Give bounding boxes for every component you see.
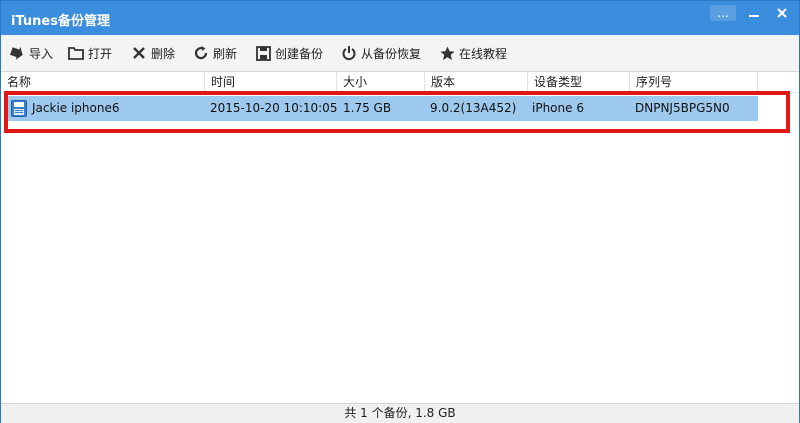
open-label: 打开 — [88, 46, 113, 61]
open-button[interactable]: 打开 — [68, 43, 112, 63]
tutorial-button[interactable]: 在线教程 — [439, 43, 507, 63]
column-header-time[interactable]: 时间 — [205, 72, 337, 92]
toolbar: 导入 打开 删除 刷新 创建备份 从备份恢复 在线教程 — [1, 35, 799, 72]
create-backup-label: 创建备份 — [275, 46, 324, 61]
column-header-device-type[interactable]: 设备类型 — [528, 72, 630, 92]
star-icon — [439, 45, 455, 61]
import-button[interactable]: 导入 — [9, 43, 53, 63]
row-serial: DNPNJ5BPG5N0 — [635, 101, 730, 115]
window-title: iTunes备份管理 — [11, 14, 110, 29]
title-bar: iTunes备份管理 ... — [1, 1, 799, 35]
row-device-type: iPhone 6 — [532, 101, 584, 115]
minimize-button[interactable] — [743, 5, 765, 21]
row-size: 1.75 GB — [343, 101, 392, 115]
help-button-label: ... — [717, 6, 729, 20]
row-name: Jackie iphone6 — [32, 101, 120, 115]
tutorial-label: 在线教程 — [459, 46, 508, 61]
create-backup-button[interactable]: 创建备份 — [255, 43, 323, 63]
import-label: 导入 — [29, 46, 54, 61]
delete-icon — [131, 45, 147, 61]
backup-summary: 共 1 个备份, 1.8 GB — [344, 406, 456, 420]
column-header-size[interactable]: 大小 — [337, 72, 425, 92]
folder-icon — [68, 45, 84, 61]
refresh-icon — [193, 45, 209, 61]
column-header-name[interactable]: 名称 — [1, 72, 205, 92]
refresh-label: 刷新 — [213, 46, 238, 61]
close-icon — [777, 8, 787, 18]
row-time: 2015-10-20 10:10:05 — [210, 101, 338, 115]
table-row[interactable]: Jackie iphone6 2015-10-20 10:10:05 1.75 … — [7, 96, 758, 121]
delete-button[interactable]: 删除 — [131, 43, 175, 63]
import-icon — [9, 45, 25, 61]
column-header-serial[interactable]: 序列号 — [630, 72, 758, 92]
column-header-version[interactable]: 版本 — [425, 72, 528, 92]
delete-label: 删除 — [151, 46, 176, 61]
row-version: 9.0.2(13A452) — [430, 101, 517, 115]
help-button[interactable]: ... — [710, 5, 736, 21]
save-icon — [255, 45, 271, 61]
backup-file-icon — [11, 100, 27, 117]
refresh-button[interactable]: 刷新 — [193, 43, 237, 63]
status-bar: 共 1 个备份, 1.8 GB — [1, 403, 799, 423]
minimize-icon — [749, 15, 759, 17]
app-window: iTunes备份管理 ... 导入 打开 删除 刷新 创建备份 从备份恢复 在线… — [0, 0, 800, 423]
table-header: 名称 时间 大小 版本 设备类型 序列号 — [1, 72, 799, 93]
close-button[interactable] — [771, 5, 793, 21]
restore-label: 从备份恢复 — [361, 46, 422, 61]
restore-button[interactable]: 从备份恢复 — [341, 43, 421, 63]
power-icon — [341, 45, 357, 61]
